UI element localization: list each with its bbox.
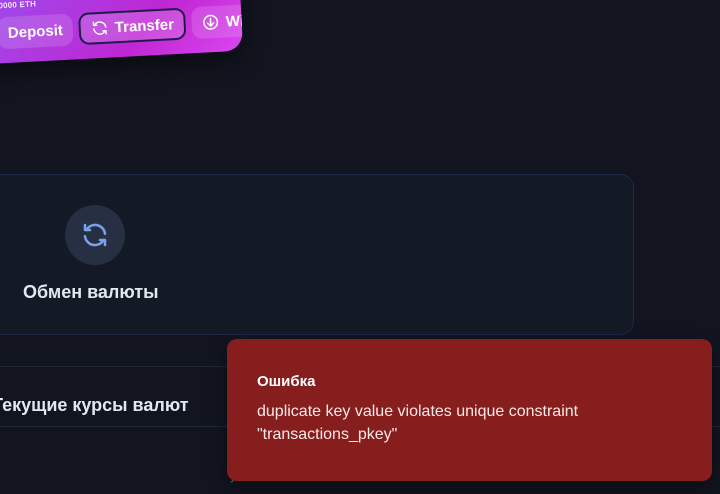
refresh-icon	[83, 223, 107, 247]
wallet-balance: 0000 ETH	[0, 0, 37, 11]
toast-message: duplicate key value violates unique cons…	[257, 403, 579, 443]
exchange-title: Обмен валюты	[23, 282, 159, 302]
transfer-label: Transfer	[114, 15, 175, 36]
transfer-button[interactable]: Transfer	[77, 7, 187, 46]
rates-title: Текущие курсы валют	[0, 395, 189, 415]
error-toast[interactable]: Ошибка duplicate key value violates uniq…	[227, 339, 712, 481]
wallet-card: 0000 ETH Deposit Transfer Withd	[0, 0, 244, 66]
wallet-actions: Deposit Transfer Withd	[0, 2, 244, 50]
withdraw-label: Withd	[225, 10, 244, 30]
exchange-icon-circle	[65, 205, 125, 265]
deposit-label: Deposit	[7, 21, 64, 42]
arrow-down-circle-icon	[203, 14, 219, 30]
deposit-button[interactable]: Deposit	[0, 13, 74, 50]
refresh-icon	[92, 21, 107, 35]
exchange-panel[interactable]: Обмен валюты	[0, 174, 634, 335]
withdraw-button[interactable]: Withd	[191, 2, 244, 40]
toast-title: Ошибка	[257, 373, 316, 390]
